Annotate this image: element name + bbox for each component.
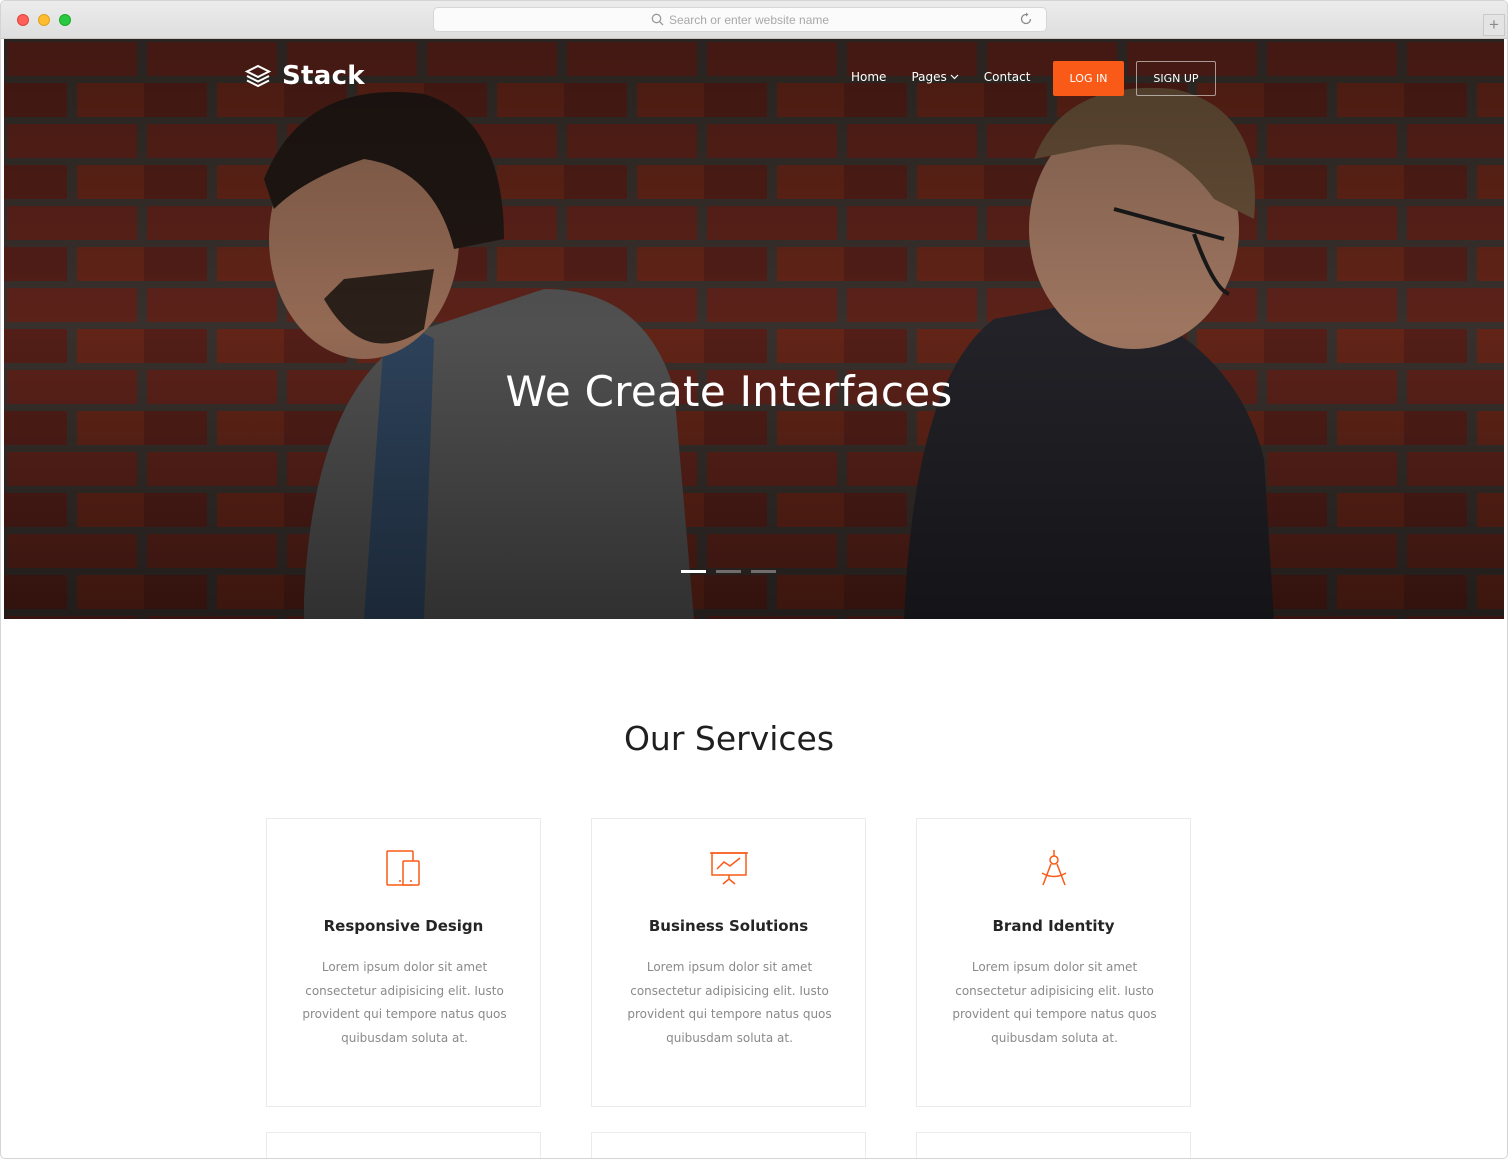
presentation-chart-icon — [709, 852, 748, 885]
service-card-partial — [591, 1132, 866, 1158]
service-card-business-solutions: Business Solutions Lorem ipsum dolor sit… — [591, 818, 866, 1107]
nav-link-contact[interactable]: Contact — [984, 70, 1031, 84]
slider-pagination — [681, 570, 786, 573]
address-placeholder: Search or enter website name — [668, 12, 830, 27]
browser-window: Search or enter website name + Stack Hom… — [0, 0, 1508, 1159]
hero-background-image — [4, 39, 1504, 619]
slider-dot-2[interactable] — [716, 570, 741, 573]
address-bar[interactable]: Search or enter website name — [433, 7, 1047, 32]
compass-icon — [1041, 850, 1066, 886]
slider-dot-3[interactable] — [751, 570, 776, 573]
maximize-window-button[interactable] — [59, 14, 71, 26]
search-icon — [651, 13, 664, 26]
service-card-responsive-design: Responsive Design Lorem ipsum dolor sit … — [266, 818, 541, 1107]
devices-icon — [385, 850, 420, 886]
slider-dot-1[interactable] — [681, 570, 706, 573]
login-button[interactable]: LOG IN — [1053, 61, 1124, 96]
close-window-button[interactable] — [17, 14, 29, 26]
service-title: Responsive Design — [323, 917, 484, 935]
service-description: Lorem ipsum dolor sit amet consectetur a… — [952, 960, 1157, 1045]
reload-icon[interactable] — [1019, 12, 1033, 26]
new-tab-button[interactable]: + — [1483, 14, 1505, 36]
hero-slider: Stack Home Pages Contact LOG IN SIGN UP … — [4, 39, 1504, 619]
layers-icon — [244, 64, 272, 88]
browser-toolbar: Search or enter website name + — [1, 1, 1507, 39]
chevron-down-icon — [950, 74, 959, 80]
nav-link-home[interactable]: Home — [851, 70, 886, 84]
brand-name: Stack — [282, 61, 365, 91]
service-description: Lorem ipsum dolor sit amet consectetur a… — [302, 960, 507, 1045]
service-card-brand-identity: Brand Identity Lorem ipsum dolor sit ame… — [916, 818, 1191, 1107]
top-navbar: Stack Home Pages Contact LOG IN SIGN UP — [4, 39, 1504, 119]
services-heading: Our Services — [623, 719, 835, 758]
service-title: Brand Identity — [992, 917, 1115, 935]
service-title: Business Solutions — [648, 917, 809, 935]
nav-menu: Home Pages Contact — [851, 70, 1055, 84]
nav-link-pages-label: Pages — [911, 70, 947, 84]
signup-button[interactable]: SIGN UP — [1136, 61, 1216, 96]
service-card-partial — [916, 1132, 1191, 1158]
service-description: Lorem ipsum dolor sit amet consectetur a… — [627, 960, 832, 1045]
nav-link-pages[interactable]: Pages — [911, 70, 959, 84]
service-card-partial — [266, 1132, 541, 1158]
brand-logo[interactable]: Stack — [244, 61, 365, 91]
minimize-window-button[interactable] — [38, 14, 50, 26]
hero-title: We Create Interfaces — [505, 367, 953, 416]
